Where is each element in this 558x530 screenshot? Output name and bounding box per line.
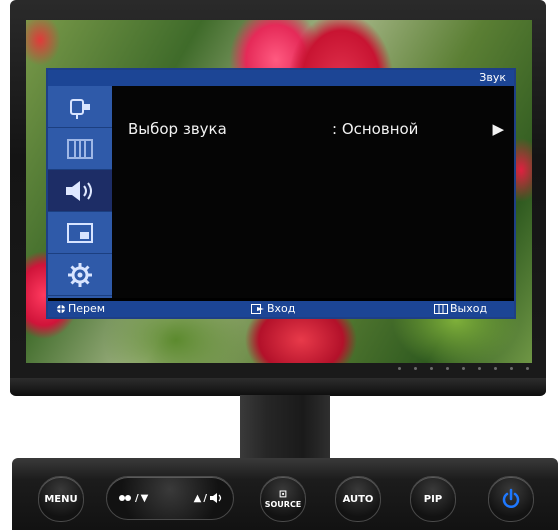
footer-exit-label: Выход: [450, 302, 488, 315]
down-arrow-label: ▼: [140, 492, 149, 504]
osd-footer: Перем Вход Выход: [48, 301, 514, 317]
input-icon[interactable]: [48, 86, 112, 128]
submenu-arrow-icon[interactable]: ▶: [492, 120, 504, 138]
source-icon: ⊡: [278, 488, 288, 500]
power-icon: [502, 488, 520, 508]
bezel-bottom-edge: [10, 378, 546, 396]
auto-button-label: AUTO: [342, 493, 374, 505]
footer-enter: Вход: [251, 301, 295, 317]
front-indicator-dots: [398, 367, 529, 370]
footer-enter-label: Вход: [267, 302, 296, 315]
footer-exit: Выход: [434, 301, 487, 317]
sound-select-label: Выбор звука: [128, 120, 227, 138]
osd-title: Звук: [48, 70, 514, 86]
monitor-stand-neck: [240, 395, 330, 460]
up-arrow-label: ▲: [193, 492, 202, 504]
pip-button[interactable]: PIP: [410, 476, 456, 522]
osd-icon-bar: [48, 86, 112, 298]
picture-icon[interactable]: [48, 128, 112, 170]
pip-button-label: PIP: [423, 493, 443, 505]
auto-button[interactable]: AUTO: [335, 476, 381, 522]
source-button[interactable]: ⊡ SOURCE: [260, 476, 306, 522]
footer-move: Перем: [56, 301, 105, 317]
volume-up-button[interactable]: ▲ /: [194, 492, 223, 504]
volume-icon: [210, 493, 222, 503]
brightness-icon: [119, 495, 131, 501]
enter-icon: [251, 304, 264, 314]
move-icon: [57, 305, 65, 313]
sound-select-value: : Основной: [332, 120, 419, 138]
footer-move-label: Перем: [68, 302, 106, 315]
brightness-down-button[interactable]: / ▼: [117, 492, 148, 504]
pip-icon[interactable]: [48, 212, 112, 254]
menu-button[interactable]: MENU: [38, 476, 84, 522]
setup-icon[interactable]: [48, 254, 112, 296]
power-button[interactable]: [488, 476, 534, 522]
exit-icon: [434, 304, 448, 314]
source-button-label: SOURCE: [264, 499, 302, 509]
sound-icon[interactable]: [48, 170, 112, 212]
osd-menu: Звук Выбор звука: Основной ▶ Перем Вход…: [46, 68, 516, 319]
osd-content-area: Выбор звука : Основной ▶: [112, 86, 514, 298]
menu-button-label: MENU: [44, 493, 78, 505]
adjust-button-pair[interactable]: / ▼ ▲ /: [106, 476, 234, 520]
